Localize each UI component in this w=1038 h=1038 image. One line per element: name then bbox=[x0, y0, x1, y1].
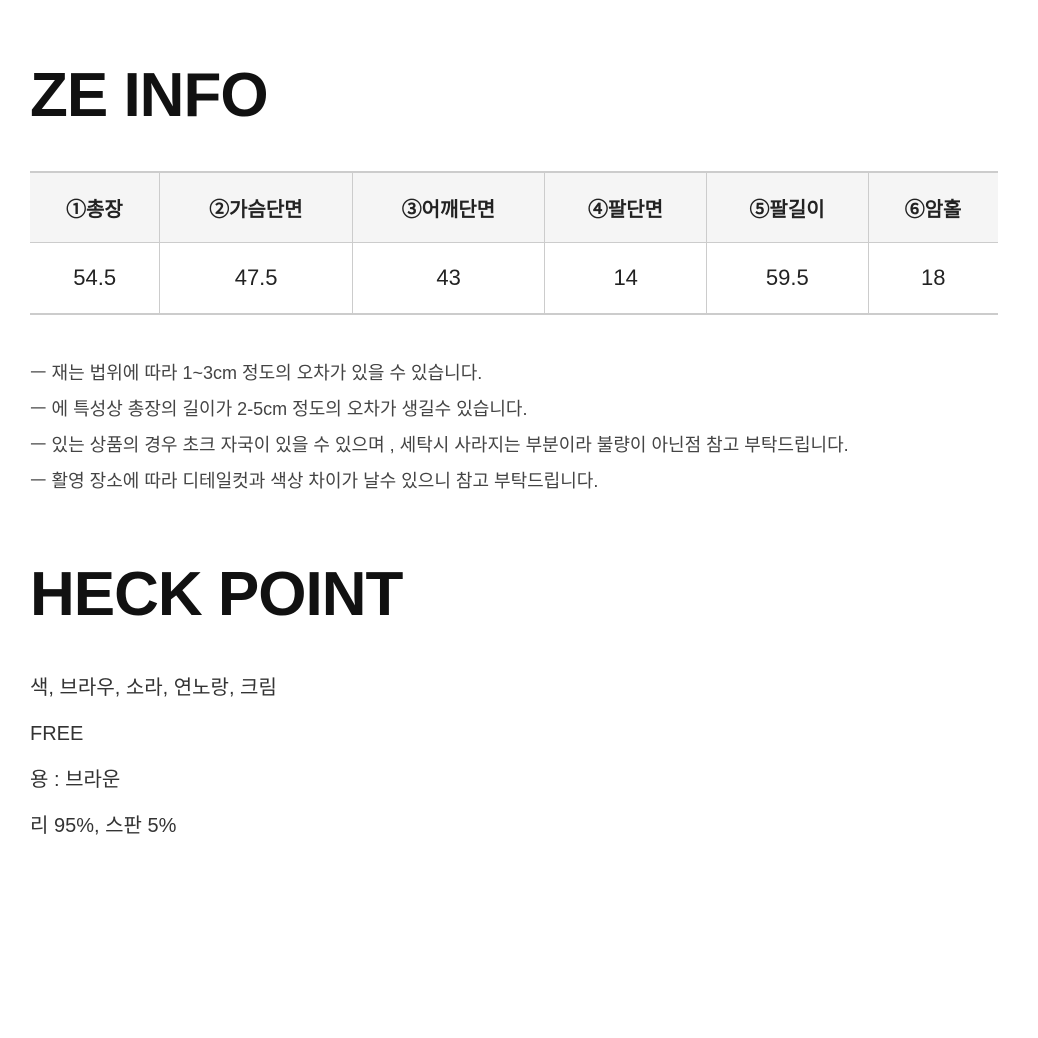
table-head: ①총장②가슴단면③어깨단면④팔단면⑤팔길이⑥암홀 bbox=[30, 172, 998, 243]
check-item: 리 95%, 스판 5% bbox=[30, 808, 998, 844]
table-header-cell: ②가슴단면 bbox=[160, 172, 353, 243]
check-items: 색, 브라우, 소라, 연노랑, 크림 FREE 용 : 브라운리 95%, 스판 … bbox=[30, 670, 998, 844]
table-cell: 59.5 bbox=[706, 243, 868, 315]
check-item: 용 : 브라운 bbox=[30, 762, 998, 798]
note-item: ㅡ 에 특성상 총장의 길이가 2-5cm 정도의 오차가 생길수 있습니다. bbox=[30, 391, 998, 427]
table-header-cell: ⑥암홀 bbox=[868, 172, 998, 243]
page-wrapper: ZE INFO ①총장②가슴단면③어깨단면④팔단면⑤팔길이⑥암홀 54.547.… bbox=[0, 0, 1038, 904]
check-point-title: HECK POINT bbox=[30, 559, 998, 630]
size-info-title: ZE INFO bbox=[30, 60, 998, 131]
table-header-cell: ③어깨단면 bbox=[352, 172, 545, 243]
table-cell: 18 bbox=[868, 243, 998, 315]
check-item: 색, 브라우, 소라, 연노랑, 크림 bbox=[30, 670, 998, 706]
table-cell: 54.5 bbox=[30, 243, 160, 315]
table-cell: 14 bbox=[545, 243, 707, 315]
table-header-cell: ①총장 bbox=[30, 172, 160, 243]
table-header-cell: ⑤팔길이 bbox=[706, 172, 868, 243]
table-header-cell: ④팔단면 bbox=[545, 172, 707, 243]
size-table-wrapper: ①총장②가슴단면③어깨단면④팔단면⑤팔길이⑥암홀 54.547.5431459.… bbox=[30, 171, 998, 315]
notes-section: ㅡ 재는 법위에 따라 1~3cm 정도의 오차가 있을 수 있습니다.ㅡ 에 … bbox=[30, 355, 998, 499]
size-info-section: ZE INFO ①총장②가슴단면③어깨단면④팔단면⑤팔길이⑥암홀 54.547.… bbox=[30, 60, 998, 499]
note-item: ㅡ 재는 법위에 따라 1~3cm 정도의 오차가 있을 수 있습니다. bbox=[30, 355, 998, 391]
note-item: ㅡ 활영 장소에 따라 디테일컷과 색상 차이가 날수 있으니 참고 부탁드립니… bbox=[30, 463, 998, 499]
table-body: 54.547.5431459.518 bbox=[30, 243, 998, 315]
check-item: FREE bbox=[30, 716, 998, 752]
table-header-row: ①총장②가슴단면③어깨단면④팔단면⑤팔길이⑥암홀 bbox=[30, 172, 998, 243]
table-row: 54.547.5431459.518 bbox=[30, 243, 998, 315]
note-item: ㅡ 있는 상품의 경우 초크 자국이 있을 수 있으며 , 세탁시 사라지는 부… bbox=[30, 427, 998, 463]
table-cell: 47.5 bbox=[160, 243, 353, 315]
check-point-section: HECK POINT 색, 브라우, 소라, 연노랑, 크림 FREE 용 : 브라… bbox=[30, 559, 998, 844]
size-table: ①총장②가슴단면③어깨단면④팔단면⑤팔길이⑥암홀 54.547.5431459.… bbox=[30, 171, 998, 315]
table-cell: 43 bbox=[352, 243, 545, 315]
